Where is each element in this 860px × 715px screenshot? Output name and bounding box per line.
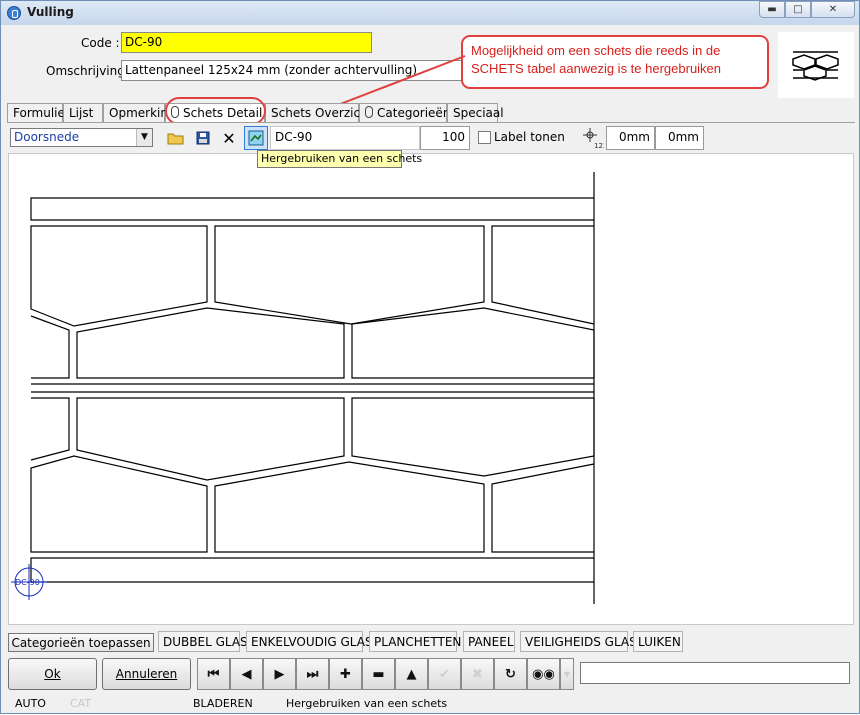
triangle-right-icon: ▶: [274, 666, 285, 682]
floppy-disk-icon: [196, 131, 210, 145]
status-state: BLADEREN: [193, 697, 253, 710]
tab-label: Schets Overzicht: [271, 106, 373, 120]
first-record-button[interactable]: ⏮: [197, 658, 230, 690]
triangle-left-icon: ◀: [241, 666, 252, 682]
triangle-up-icon: ▲: [406, 666, 417, 682]
category-enkelvoudig-glas[interactable]: ENKELVOUDIG GLAS: [246, 631, 373, 652]
main-window: Vulling ▬ □ ✕ Code : DC-90 Omschrijving …: [0, 0, 860, 714]
tab-label: Formulier: [13, 106, 70, 120]
ok-label: Ok: [44, 667, 61, 681]
category-veiligheids-glas[interactable]: VEILIGHEIDS GLAS: [520, 631, 637, 652]
minus-icon: ▬: [372, 666, 385, 682]
search-options-button[interactable]: ▼: [560, 658, 574, 690]
offset-y-field[interactable]: 0mm: [655, 126, 704, 150]
delete-button[interactable]: ✕: [217, 126, 241, 150]
tab-highlight-ellipse: [165, 97, 266, 125]
ok-button[interactable]: Ok: [8, 658, 97, 690]
chevron-down-icon[interactable]: ▼: [136, 129, 152, 146]
view-select-value: Doorsnede: [14, 130, 80, 144]
status-mode: AUTO: [15, 697, 46, 710]
code-field[interactable]: DC-90: [121, 32, 372, 53]
sketch-preview-thumbnail: [778, 32, 854, 98]
category-planchetten[interactable]: PLANCHETTEN: [369, 631, 461, 652]
reuse-sketch-tooltip: Hergebruiken van een schets: [257, 150, 422, 168]
plus-icon: ✚: [340, 666, 351, 682]
sketch-name-field[interactable]: DC-90: [270, 126, 420, 150]
tab-lijst[interactable]: Lijst: [63, 103, 103, 122]
skip-last-icon: ⏭: [306, 666, 319, 682]
sketch-canvas[interactable]: DC-90: [8, 153, 854, 625]
next-record-button[interactable]: ▶: [263, 658, 296, 690]
omschrijving-field[interactable]: Lattenpaneel 125x24 mm (zonder achtervul…: [121, 60, 473, 81]
confirm-button[interactable]: ✔: [428, 658, 461, 690]
tab-label: Lijst: [69, 106, 94, 120]
category-dubbel-glas[interactable]: DUBBEL GLAS: [158, 631, 248, 652]
edit-record-button[interactable]: ▲: [395, 658, 428, 690]
folder-icon: [167, 133, 184, 145]
paperclip-icon: [365, 106, 373, 118]
maximize-button[interactable]: □: [785, 1, 811, 18]
app-icon: [7, 6, 21, 20]
view-select[interactable]: Doorsnede ▼: [10, 128, 153, 147]
checkmark-icon: ✔: [439, 666, 450, 682]
tab-categorieen[interactable]: Categorieën: [359, 103, 451, 122]
close-icon: ✕: [222, 128, 236, 148]
reuse-sketch-icon: [248, 130, 264, 146]
apply-categories-button[interactable]: Categorieën toepassen: [8, 633, 154, 652]
window-title: Vulling: [27, 5, 74, 19]
binoculars-icon: ◉◉: [532, 666, 555, 682]
skip-first-icon: ⏮: [207, 666, 220, 682]
category-paneel[interactable]: PANEEL: [463, 631, 515, 652]
refresh-icon: ↻: [505, 666, 516, 682]
open-folder-button[interactable]: [164, 126, 188, 150]
reuse-sketch-button[interactable]: [244, 126, 268, 150]
cross-icon: ✖: [472, 666, 483, 682]
sketch-drawing: DC-90: [11, 172, 595, 604]
tab-speciaal[interactable]: Speciaal: [447, 103, 504, 122]
offset-x-field[interactable]: 0mm: [606, 126, 655, 150]
origin-marker-label: DC-90: [15, 578, 40, 587]
last-record-button[interactable]: ⏭: [296, 658, 329, 690]
omschrijving-label: Omschrijving :: [46, 64, 133, 78]
cancel-button[interactable]: Annuleren: [102, 658, 191, 690]
quick-search-input[interactable]: [580, 662, 850, 684]
search-button[interactable]: ◉◉: [527, 658, 560, 690]
status-cat: CAT: [70, 697, 92, 710]
add-record-button[interactable]: ✚: [329, 658, 362, 690]
annotation-callout: Mogelijkheid om een schets die reeds in …: [461, 35, 769, 89]
tab-label: Speciaal: [453, 106, 504, 120]
tab-schets-overzicht[interactable]: Schets Overzicht: [265, 103, 372, 122]
cancel-label: Annuleren: [115, 667, 178, 681]
title-bar: Vulling ▬ □ ✕: [1, 1, 859, 25]
crosshair-icon: 123: [583, 128, 604, 149]
code-label: Code :: [81, 36, 120, 50]
delete-record-button[interactable]: ▬: [362, 658, 395, 690]
origin-button[interactable]: 123: [581, 126, 605, 150]
status-message: Hergebruiken van een schets: [286, 697, 448, 710]
save-button[interactable]: [191, 126, 215, 150]
label-toggle-checkbox[interactable]: [478, 131, 491, 144]
refresh-button[interactable]: ↻: [494, 658, 527, 690]
minimize-button[interactable]: ▬: [759, 1, 785, 18]
scale-field[interactable]: 100: [420, 126, 470, 150]
svg-text:123: 123: [594, 142, 604, 149]
label-toggle-text: Label tonen: [494, 130, 565, 144]
category-luiken[interactable]: LUIKEN: [633, 631, 683, 652]
previous-record-button[interactable]: ◀: [230, 658, 263, 690]
close-button[interactable]: ✕: [811, 1, 855, 18]
chevron-down-icon: ▼: [563, 669, 571, 679]
discard-button[interactable]: ✖: [461, 658, 494, 690]
tab-label: Categorieën: [377, 106, 451, 120]
tab-opmerking[interactable]: Opmerking: [103, 103, 176, 122]
tab-formulier[interactable]: Formulier: [7, 103, 70, 122]
